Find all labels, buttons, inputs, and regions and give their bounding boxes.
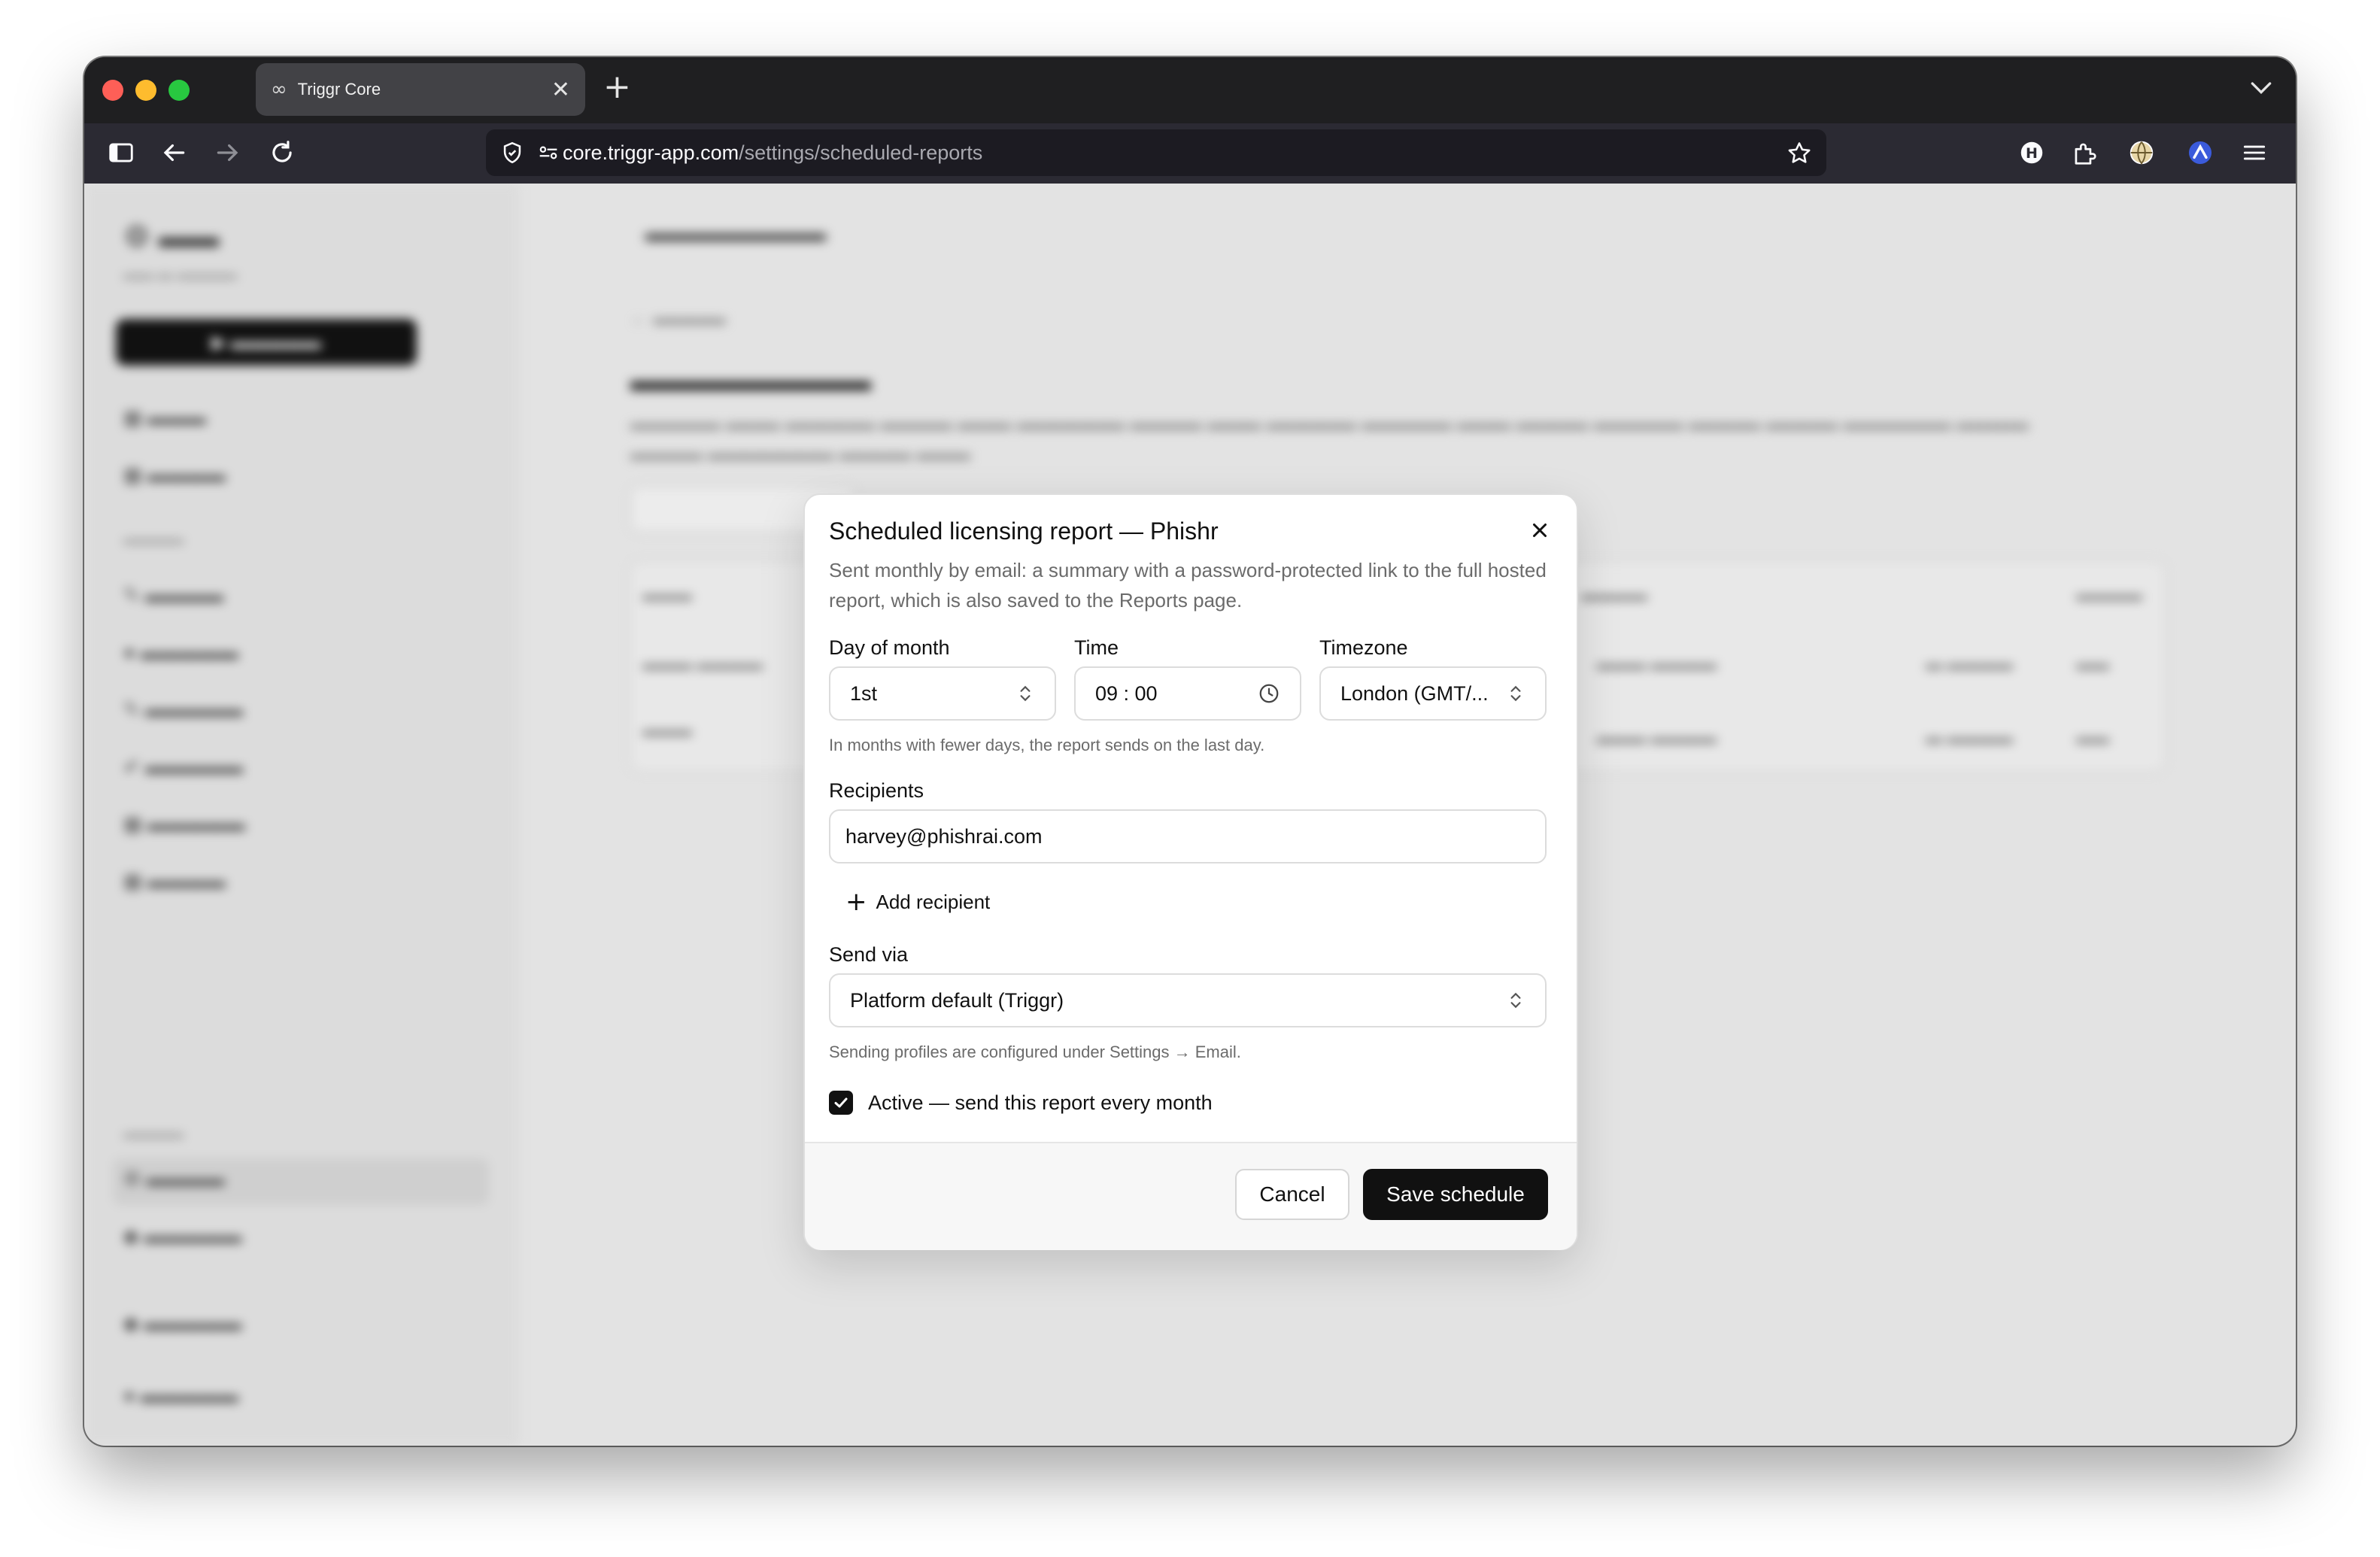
page-viewport: ⚙ ▬▬ ▬▬ ▬ ▬▬▬▬ ▶ ▬▬▬▬▬ ▦ ▬▬▬ ▦ ▬▬▬▬ ▬▬▬▬…	[84, 184, 2296, 1446]
tab-strip: ∞ Triggr Core ✕ +	[84, 57, 2296, 123]
new-tab-button[interactable]: +	[603, 68, 631, 106]
scheduled-report-dialog: Scheduled licensing report — Phishr Sent…	[803, 493, 1578, 1250]
close-window-button[interactable]	[102, 80, 123, 101]
add-recipient-button[interactable]: + Add recipient	[845, 889, 990, 915]
sidebar-item: ✎ ▬▬▬▬	[123, 584, 224, 606]
time-input[interactable]: 09 : 00	[1074, 666, 1301, 721]
sidebar-item: ✎ ▬▬▬▬▬	[123, 698, 244, 721]
workspace-subtitle: ▬▬ ▬ ▬▬▬▬	[123, 266, 238, 283]
dialog-description: Sent monthly by email: a summary with a …	[829, 559, 1547, 612]
day-hint: In months with fewer days, the report se…	[829, 736, 1265, 754]
forward-arrow-icon[interactable]	[214, 138, 242, 167]
shield-icon[interactable]	[499, 140, 525, 165]
sidebar-item: ⚙ ▬▬▬▬	[123, 1167, 225, 1190]
sidebar-blurred: ⚙ ▬▬ ▬▬ ▬ ▬▬▬▬ ▶ ▬▬▬▬▬ ▦ ▬▬▬ ▦ ▬▬▬▬ ▬▬▬▬…	[84, 184, 519, 1446]
recipient-email-input[interactable]: harvey@phishrai.com	[829, 809, 1547, 863]
extension-h-icon[interactable]: H	[2017, 138, 2046, 167]
chevron-up-down-icon	[1510, 685, 1521, 702]
checkmark-icon	[834, 1097, 848, 1108]
sidebar-item: ● ▬▬▬▬▬	[123, 1384, 238, 1407]
svg-text:H: H	[2026, 145, 2038, 162]
send-via-value: Platform default (Triggr)	[850, 988, 1064, 1012]
dialog-footer: Cancel Save schedule	[805, 1142, 1577, 1250]
cancel-button[interactable]: Cancel	[1235, 1169, 1349, 1220]
sidebar-item: ◆ ▬▬▬▬▬	[123, 1312, 242, 1334]
sidebar-section: ▬▬▬▬	[123, 1125, 184, 1142]
minimize-window-button[interactable]	[135, 80, 156, 101]
day-of-month-select[interactable]: 1st	[829, 666, 1056, 721]
site-permissions-icon[interactable]	[536, 140, 561, 165]
browser-toolbar: core.triggr-app.com/settings/scheduled-r…	[84, 123, 2296, 184]
maximize-window-button[interactable]	[168, 80, 190, 101]
chevron-down-icon[interactable]	[2246, 72, 2276, 102]
bookmark-star-icon[interactable]	[1786, 140, 1813, 167]
sidebar-item: ● ▬▬▬▬▬	[123, 641, 238, 663]
recipients-label: Recipients	[829, 779, 924, 802]
sidebar-item: ◆ ▬▬▬▬▬	[123, 1225, 242, 1247]
dialog-title: Scheduled licensing report — Phishr	[829, 517, 1219, 545]
timezone-select[interactable]: London (GMT/...	[1319, 666, 1547, 721]
page-title-blurred: ▬▬▬▬▬▬▬▬	[630, 364, 871, 397]
send-via-select[interactable]: Platform default (Triggr)	[829, 973, 1547, 1027]
active-checkbox[interactable]	[829, 1091, 853, 1115]
sidebar-toggle-icon[interactable]	[107, 138, 135, 167]
url-text: core.triggr-app.com/settings/scheduled-r…	[563, 141, 983, 164]
close-tab-icon[interactable]: ✕	[551, 77, 570, 103]
infinity-icon: ∞	[271, 78, 287, 101]
day-of-month-value: 1st	[850, 681, 878, 705]
browser-tab[interactable]: ∞ Triggr Core ✕	[256, 63, 585, 116]
sidebar-section: ▬▬▬▬	[123, 531, 184, 548]
close-icon[interactable]	[1528, 519, 1551, 542]
day-of-month-label: Day of month	[829, 636, 950, 659]
back-arrow-icon[interactable]	[159, 138, 188, 167]
sidebar-item: ▦ ▬▬▬▬▬	[123, 812, 245, 835]
chevron-up-down-icon	[1020, 685, 1031, 702]
sidebar-item: ✔ ▬▬▬▬▬	[123, 755, 244, 778]
page-description-blurred: ▬▬▬▬▬ ▬▬▬ ▬▬▬▬▬ ▬▬▬▬ ▬▬▬ ▬▬▬▬▬▬ ▬▬▬▬ ▬▬▬…	[630, 414, 2029, 464]
run-button-blurred: ▶ ▬▬▬▬▬	[116, 319, 417, 366]
recipient-email-value: harvey@phishrai.com	[845, 824, 1043, 848]
sidebar-item: ▦ ▬▬▬	[123, 406, 206, 429]
breadcrumb-blurred: ← ▬▬▬▬	[630, 308, 726, 329]
extension-blue-icon[interactable]	[2186, 138, 2215, 167]
extension-globe-icon[interactable]	[2127, 138, 2156, 167]
chevron-up-down-icon	[1510, 992, 1521, 1009]
add-recipient-label: Add recipient	[876, 890, 991, 913]
address-bar[interactable]: core.triggr-app.com/settings/scheduled-r…	[486, 129, 1826, 176]
extensions-puzzle-icon[interactable]	[2070, 138, 2099, 167]
active-checkbox-label: Active — send this report every month	[868, 1091, 1213, 1114]
timezone-value: London (GMT/...	[1340, 681, 1489, 705]
plus-icon: +	[845, 887, 867, 917]
time-value: 09 : 00	[1095, 681, 1158, 705]
reload-icon[interactable]	[268, 138, 296, 167]
send-via-hint: Sending profiles are configured under Se…	[829, 1043, 1241, 1061]
clock-icon[interactable]	[1258, 682, 1280, 705]
active-checkbox-row[interactable]: Active — send this report every month	[829, 1091, 1213, 1115]
timezone-label: Timezone	[1319, 636, 1408, 659]
save-schedule-button[interactable]: Save schedule	[1363, 1169, 1548, 1220]
sidebar-item: ▦ ▬▬▬▬	[123, 463, 226, 486]
tab-title: Triggr Core	[297, 80, 381, 99]
time-label: Time	[1074, 636, 1119, 659]
menu-hamburger-icon[interactable]	[2240, 138, 2269, 167]
send-via-label: Send via	[829, 943, 909, 966]
browser-window: ∞ Triggr Core ✕ + core.triggr-app.com/se…	[84, 57, 2296, 1446]
sidebar-item: ▦ ▬▬▬▬	[123, 870, 226, 892]
page-header-blurred: ▬▬▬▬▬▬▬▬	[645, 221, 826, 246]
app-logo: ⚙ ▬▬	[123, 220, 219, 253]
